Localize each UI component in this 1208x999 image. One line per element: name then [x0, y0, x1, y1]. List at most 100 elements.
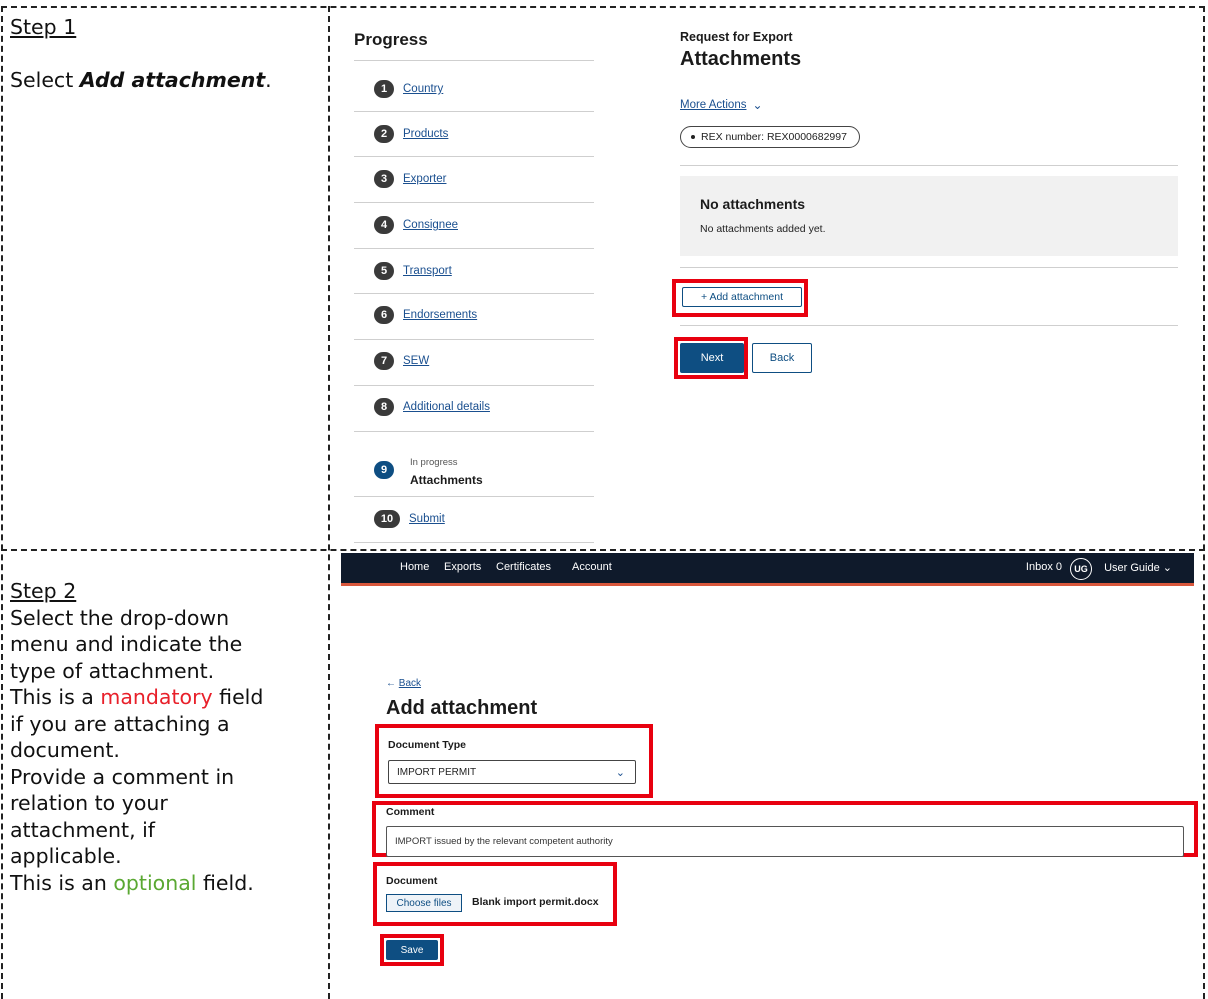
progress-item-transport[interactable]: 5 Transport: [374, 262, 452, 280]
more-actions-label[interactable]: More Actions: [680, 99, 746, 111]
progress-divider: [354, 385, 594, 386]
step2-line: document.: [10, 738, 120, 762]
back-button[interactable]: Back: [752, 343, 812, 373]
add-attachment-title: Add attachment: [386, 697, 538, 719]
divider: [680, 267, 1178, 268]
arrow-left-icon: ←: [386, 678, 396, 689]
chevron-down-icon: ⌄: [752, 98, 763, 112]
divider: [680, 325, 1178, 326]
comment-input[interactable]: IMPORT issued by the relevant competent …: [386, 826, 1184, 857]
step2-instructions: Step 2 Select the drop-down menu and ind…: [10, 578, 263, 896]
nav-inbox[interactable]: Inbox 0: [1026, 561, 1062, 573]
progress-item-consignee[interactable]: 4 Consignee: [374, 216, 458, 234]
step2-line: Select the drop-down: [10, 605, 230, 630]
page-title: Attachments: [680, 48, 802, 70]
step2-line: applicable.: [10, 844, 122, 868]
nav-exports[interactable]: Exports: [444, 561, 481, 573]
table-border-right: [1203, 6, 1205, 999]
progress-link[interactable]: Submit: [409, 513, 445, 525]
progress-link[interactable]: Exporter: [403, 173, 446, 185]
progress-title: Progress: [354, 30, 428, 49]
chevron-down-icon: ⌄: [1162, 562, 1172, 574]
step1-instruction-emphasis: Add attachment: [79, 67, 266, 92]
progress-link[interactable]: Products: [403, 128, 448, 140]
back-link[interactable]: ← Back: [386, 678, 421, 689]
top-nav-bar: Home Exports Certificates Account Inbox …: [341, 553, 1194, 586]
step2-line: if you are attaching a: [10, 711, 230, 736]
progress-link[interactable]: Endorsements: [403, 309, 477, 321]
progress-item-submit[interactable]: 10 Submit: [374, 510, 445, 528]
empty-state-panel: No attachments No attachments added yet.: [680, 176, 1178, 256]
progress-divider: [354, 496, 594, 497]
progress-number: 5: [374, 262, 394, 280]
choose-files-button[interactable]: Choose files: [386, 894, 462, 912]
progress-number: 7: [374, 352, 394, 370]
rex-number-badge: REX number: REX0000682997: [680, 126, 860, 148]
instruction-table: Step 1 Select Add attachment. Progress 1…: [0, 0, 1208, 999]
step2-line: attachment, if: [10, 817, 156, 842]
document-type-select[interactable]: IMPORT PERMIT ⌄: [388, 760, 636, 784]
step2-line: type of attachment.: [10, 658, 215, 683]
progress-item-endorsements[interactable]: 6 Endorsements: [374, 306, 477, 324]
nav-account[interactable]: Account: [572, 561, 612, 573]
step1-screenshot: Progress 1 Country 2 Products 3 Exporter…: [332, 8, 1202, 548]
progress-item-attachments: 9: [374, 461, 403, 479]
progress-divider: [354, 293, 594, 294]
progress-link[interactable]: SEW: [403, 355, 429, 367]
progress-current-label: Attachments: [410, 473, 483, 487]
progress-link[interactable]: Transport: [403, 265, 452, 277]
divider: [680, 165, 1178, 166]
progress-item-additional-details[interactable]: 8 Additional details: [374, 398, 490, 416]
nav-certificates[interactable]: Certificates: [496, 561, 551, 573]
progress-divider: [354, 202, 594, 203]
comment-label: Comment: [386, 806, 435, 818]
progress-divider: [354, 431, 594, 432]
step2-line: relation to your: [10, 791, 168, 815]
progress-link[interactable]: Consignee: [403, 219, 458, 231]
progress-number: 1: [374, 80, 394, 98]
empty-state-title: No attachments: [700, 196, 806, 212]
next-button[interactable]: Next: [680, 343, 744, 373]
progress-divider: [354, 60, 594, 61]
table-border-divider: [328, 6, 330, 999]
empty-state-text: No attachments added yet.: [700, 223, 826, 235]
progress-link[interactable]: Country: [403, 83, 443, 95]
step2-title: Step 2: [10, 579, 77, 603]
progress-divider: [354, 156, 594, 157]
save-button[interactable]: Save: [386, 940, 438, 960]
progress-number-current: 9: [374, 461, 394, 479]
dot-icon: [691, 135, 695, 139]
progress-item-country[interactable]: 1 Country: [374, 80, 443, 98]
document-type-value: IMPORT PERMIT: [397, 766, 477, 778]
step1-instructions: Step 1 Select Add attachment.: [10, 14, 272, 93]
progress-divider: [354, 111, 594, 112]
user-menu-label[interactable]: User Guide: [1104, 562, 1160, 574]
selected-file-name: Blank import permit.docx: [472, 896, 599, 908]
progress-item-exporter[interactable]: 3 Exporter: [374, 170, 446, 188]
progress-number: 10: [374, 510, 400, 528]
optional-text: optional: [113, 870, 197, 895]
progress-item-products[interactable]: 2 Products: [374, 125, 448, 143]
progress-divider: [354, 542, 594, 543]
progress-link[interactable]: Additional details: [403, 401, 490, 413]
request-label: Request for Export: [680, 30, 793, 44]
document-type-label: Document Type: [388, 739, 466, 751]
add-attachment-button[interactable]: + Add attachment: [682, 287, 802, 307]
user-menu[interactable]: User Guide ⌄: [1104, 561, 1172, 574]
document-label: Document: [386, 875, 438, 887]
progress-number: 8: [374, 398, 394, 416]
step2-line: menu and indicate the: [10, 632, 243, 656]
progress-number: 6: [374, 306, 394, 324]
step1-instruction: Select Add attachment.: [10, 67, 272, 92]
nav-home[interactable]: Home: [400, 561, 429, 573]
mandatory-text: mandatory: [100, 685, 213, 709]
progress-status: In progress: [410, 457, 458, 468]
rex-number-text: REX number: REX0000682997: [701, 131, 847, 143]
step1-title: Step 1: [10, 15, 77, 39]
more-actions-link[interactable]: More Actions ⌄: [680, 98, 763, 112]
avatar[interactable]: UG: [1070, 558, 1092, 580]
progress-number: 4: [374, 216, 394, 234]
back-link-label[interactable]: Back: [399, 678, 421, 689]
step2-mandatory-line: This is a mandatory field: [10, 685, 264, 709]
progress-item-sew[interactable]: 7 SEW: [374, 352, 429, 370]
